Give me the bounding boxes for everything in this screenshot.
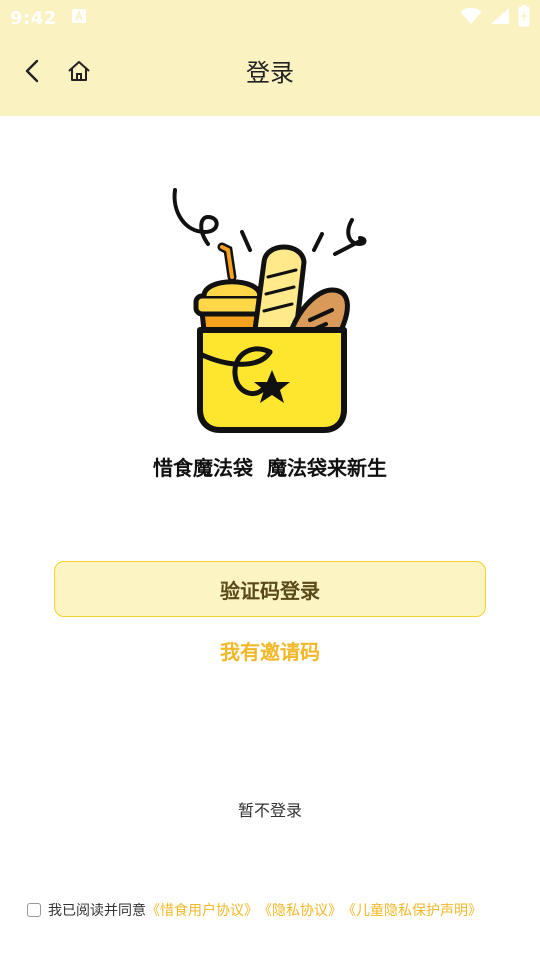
magic-food-bag-logo bbox=[160, 182, 380, 442]
privacy-agreement-link[interactable]: 《隐私协议》 bbox=[258, 900, 342, 920]
user-agreement-link[interactable]: 《惜食用户协议》 bbox=[146, 900, 258, 920]
wifi-icon bbox=[460, 7, 482, 29]
agreement-prefix: 我已阅读并同意 bbox=[48, 903, 146, 919]
invite-code-link[interactable]: 我有邀请码 bbox=[0, 636, 540, 665]
page-title: 登录 bbox=[246, 59, 294, 87]
app-bar: 登录 bbox=[0, 36, 540, 116]
status-bar: 9:42 bbox=[0, 0, 540, 36]
skip-login-link[interactable]: 暂不登录 bbox=[0, 797, 540, 821]
child-privacy-statement-link[interactable]: 《儿童隐私保护声明》 bbox=[342, 900, 482, 920]
notification-a-icon bbox=[71, 8, 87, 28]
agreement-checkbox[interactable] bbox=[27, 903, 41, 917]
agreement-row: 我已阅读并同意 《惜食用户协议》 《隐私协议》 《儿童隐私保护声明》 bbox=[27, 899, 527, 921]
sms-code-login-button[interactable]: 验证码登录 bbox=[54, 561, 486, 617]
battery-charging-icon bbox=[518, 5, 530, 31]
cellular-signal-icon bbox=[490, 7, 510, 29]
brand-slogan: 惜食魔法袋 魔法袋来新生 bbox=[153, 456, 387, 480]
status-time: 9:42 bbox=[10, 7, 57, 29]
